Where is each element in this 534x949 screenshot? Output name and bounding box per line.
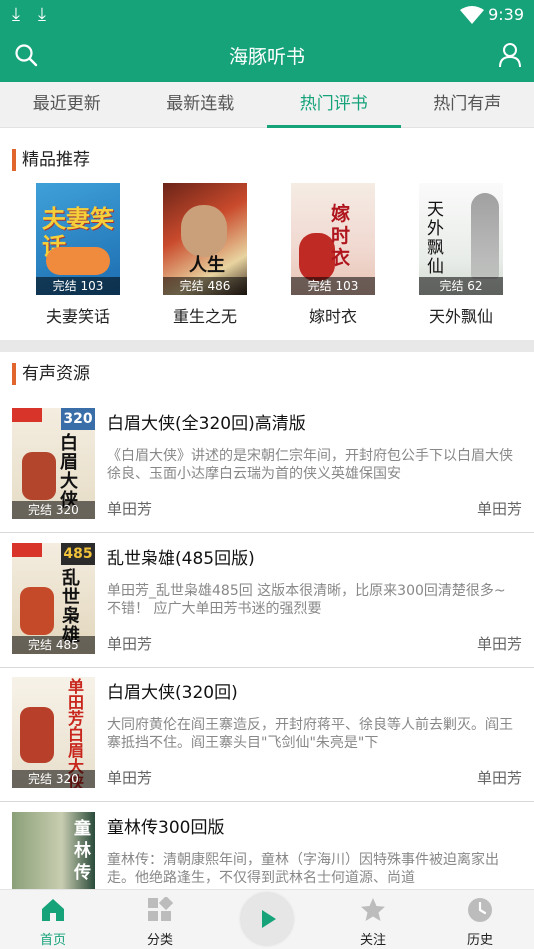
nav-follow[interactable]: 关注 xyxy=(333,890,413,949)
book-cover: 夫妻笑话 完结 103 xyxy=(36,183,120,295)
status-badge: 完结 320 xyxy=(12,770,95,788)
item-title: 白眉大侠(320回) xyxy=(107,683,238,703)
tab-recent-updates[interactable]: 最近更新 xyxy=(0,82,134,128)
play-icon xyxy=(260,909,278,933)
nav-label: 历史 xyxy=(466,933,493,948)
status-badge: 完结 320 xyxy=(12,501,95,519)
book-name: 重生之无 xyxy=(172,307,237,326)
nav-label: 首页 xyxy=(39,933,66,948)
app-title: 海豚听书 xyxy=(228,46,305,68)
item-author: 单田芳 xyxy=(107,769,153,787)
cover-title: 童林传 xyxy=(74,819,91,883)
item-title: 白眉大侠(全320回)高清版 xyxy=(107,414,306,434)
featured-book[interactable]: 嫁时衣 完结 103 嫁时衣 xyxy=(291,183,375,326)
cover-number: 485 xyxy=(61,543,95,565)
list-item[interactable]: 单田芳白眉大侠 完结 320 白眉大侠(320回) 大同府黄伦在阎王寨造反，开封… xyxy=(0,668,534,802)
item-narrator: 单田芳 xyxy=(476,635,522,653)
status-badge: 完结 62 xyxy=(419,277,503,295)
cover-title: 天外飘仙 xyxy=(427,200,444,277)
item-author: 单田芳 xyxy=(107,635,153,653)
nav-category[interactable]: 分类 xyxy=(120,890,200,949)
list-item[interactable]: 320 白眉大侠 完结 320 白眉大侠(全320回)高清版 《白眉大侠》讲述的… xyxy=(0,399,534,533)
tab-latest-serial[interactable]: 最新连载 xyxy=(134,82,268,128)
wifi-icon xyxy=(460,6,484,28)
book-cover: 天外飘仙 完结 62 xyxy=(419,183,503,295)
status-badge: 完结 485 xyxy=(12,636,95,654)
app-header: 海豚听书 xyxy=(0,30,534,82)
item-narrator: 单田芳 xyxy=(476,769,522,787)
cover-title: 嫁时衣 xyxy=(331,203,351,269)
section-title-featured: 精品推荐 xyxy=(12,149,90,171)
cover-title: 乱世枭雄 xyxy=(62,568,80,645)
book-cover: 人生 完结 486 xyxy=(163,183,247,295)
featured-book[interactable]: 天外飘仙 完结 62 天外飘仙 xyxy=(419,183,503,326)
book-cover: 485 乱世枭雄 完结 485 xyxy=(12,543,95,654)
nav-label: 分类 xyxy=(146,933,173,948)
tab-hot-pingshu[interactable]: 热门评书 xyxy=(267,82,401,128)
user-icon[interactable] xyxy=(498,42,522,72)
download-icon: ⤓ xyxy=(38,4,46,25)
nav-label: 关注 xyxy=(359,933,386,948)
cover-number: 320 xyxy=(61,408,95,430)
status-badge: 完结 486 xyxy=(163,277,247,295)
item-description: 《白眉大侠》讲述的是宋朝仁宗年间，开封府包公手下以白眉大侠徐良、玉面小达摩白云瑞… xyxy=(107,448,513,482)
download-icon: ⤓ xyxy=(12,4,20,25)
clock-time: 9:39 xyxy=(488,5,524,24)
star-icon xyxy=(360,897,386,927)
status-badge: 完结 103 xyxy=(36,277,120,295)
book-cover: 嫁时衣 完结 103 xyxy=(291,183,375,295)
book-cover: 320 白眉大侠 完结 320 xyxy=(12,408,95,519)
list-item[interactable]: 485 乱世枭雄 完结 485 乱世枭雄(485回版) 单田芳_乱世枭雄485回… xyxy=(0,534,534,668)
status-badge: 完结 103 xyxy=(291,277,375,295)
category-icon xyxy=(147,895,174,927)
tab-hot-audio[interactable]: 热门有声 xyxy=(401,82,534,128)
cover-title: 白眉大侠 xyxy=(60,433,78,510)
item-description: 大同府黄伦在阎王寨造反，开封府蒋平、徐良等人前去剿灭。阎王寨抵挡不住。阎王寨头目… xyxy=(107,717,513,751)
clock-icon xyxy=(467,897,493,927)
section-divider xyxy=(0,340,534,352)
book-name: 夫妻笑话 xyxy=(45,307,110,326)
featured-book[interactable]: 夫妻笑话 完结 103 夫妻笑话 xyxy=(36,183,120,326)
nav-home[interactable]: 首页 xyxy=(13,890,93,949)
book-name: 天外飘仙 xyxy=(428,307,493,326)
book-cover: 单田芳白眉大侠 完结 320 xyxy=(12,677,95,788)
cover-title: 人生 xyxy=(189,255,225,276)
item-title: 童林传300回版 xyxy=(107,818,225,838)
play-button[interactable] xyxy=(241,893,293,945)
book-name: 嫁时衣 xyxy=(308,307,357,326)
section-title-audio: 有声资源 xyxy=(12,363,90,385)
nav-history[interactable]: 历史 xyxy=(440,890,520,949)
home-icon xyxy=(40,897,66,927)
featured-book[interactable]: 人生 完结 486 重生之无 xyxy=(163,183,247,326)
item-description: 童林传：清朝康熙年间，童林（字海川）因特殊事件被迫离家出走。他绝路逢生，不仅得到… xyxy=(107,852,499,886)
item-description: 单田芳_乱世枭雄485回 这版本很清晰，比原来300回清楚很多~不错！ 应广大单… xyxy=(107,583,506,617)
status-bar: ⤓ ⤓ 9:39 xyxy=(0,0,534,30)
item-narrator: 单田芳 xyxy=(476,500,522,518)
category-tabs: 最近更新 最新连载 热门评书 热门有声 xyxy=(0,82,534,128)
item-title: 乱世枭雄(485回版) xyxy=(107,549,255,569)
item-author: 单田芳 xyxy=(107,500,153,518)
